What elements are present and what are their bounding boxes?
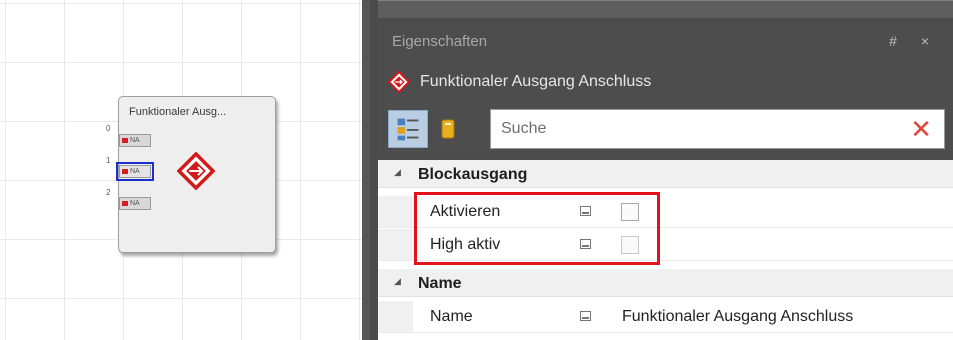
properties-toolbar: ✕ [378,100,953,158]
panel-title: Eigenschaften [392,33,488,50]
panel-titlebar: Eigenschaften # × [378,22,953,64]
property-name: Aktivieren [430,203,501,220]
selected-object-header: Funktionaler Ausgang Anschluss [378,64,953,100]
row-gutter [378,301,413,332]
categorized-view-button[interactable] [388,110,428,148]
diagram-canvas[interactable]: Funktionaler Ausg... 0 NA 1 NA 2 NA [0,0,362,340]
category-name[interactable]: ◢ Name [378,269,953,297]
collapse-arrow-icon[interactable]: ◢ [394,276,401,287]
row-gutter [378,229,413,260]
block-title: Funktionaler Ausg... [129,106,227,118]
selected-object-title: Funktionaler Ausgang Anschluss [420,73,652,90]
pin-1[interactable]: NA [116,162,154,181]
panel-top-strip [378,0,953,18]
property-row-high-aktiv: High aktiv [378,229,953,261]
property-name: Name [430,308,473,325]
output-connector-icon [388,71,410,93]
pin-number-1: 1 [106,156,111,165]
output-connector-icon [177,152,215,190]
default-value-icon [580,206,591,216]
pin-2[interactable]: NA [119,197,151,210]
search-box[interactable]: ✕ [490,109,945,149]
property-row-name: Name Funktionaler Ausgang Anschluss [378,301,953,333]
search-input[interactable] [491,110,944,148]
default-value-icon [580,311,591,321]
collapse-arrow-icon[interactable]: ◢ [394,167,401,178]
clear-search-icon[interactable]: ✕ [910,114,932,144]
row-gutter [378,196,413,227]
pin-number-2: 2 [106,188,111,197]
panel-pin-close-controls[interactable]: # × [889,33,939,49]
categorized-list-icon [397,118,419,141]
category-label: Name [418,275,462,292]
property-name: High aktiv [430,236,501,253]
name-value-field[interactable]: Funktionaler Ausgang Anschluss [622,308,853,326]
property-pages-button[interactable] [434,110,462,148]
default-value-icon [580,239,591,249]
high-aktiv-checkbox[interactable] [621,236,639,254]
pin-number-0: 0 [106,124,111,133]
pin-0[interactable]: NA [119,134,151,147]
properties-panel: Eigenschaften # × Funktionaler Ausgang A… [370,0,953,340]
property-grid: ◢ Blockausgang Aktivieren High aktiv ◢ N… [378,160,953,340]
aktivieren-checkbox[interactable] [621,203,639,221]
category-label: Blockausgang [418,166,528,183]
function-block[interactable]: Funktionaler Ausg... 0 NA 1 NA 2 NA [106,96,276,253]
property-pages-icon [441,119,455,139]
panel-splitter[interactable] [362,0,370,340]
property-row-aktivieren: Aktivieren [378,196,953,228]
category-blockausgang[interactable]: ◢ Blockausgang [378,160,953,188]
